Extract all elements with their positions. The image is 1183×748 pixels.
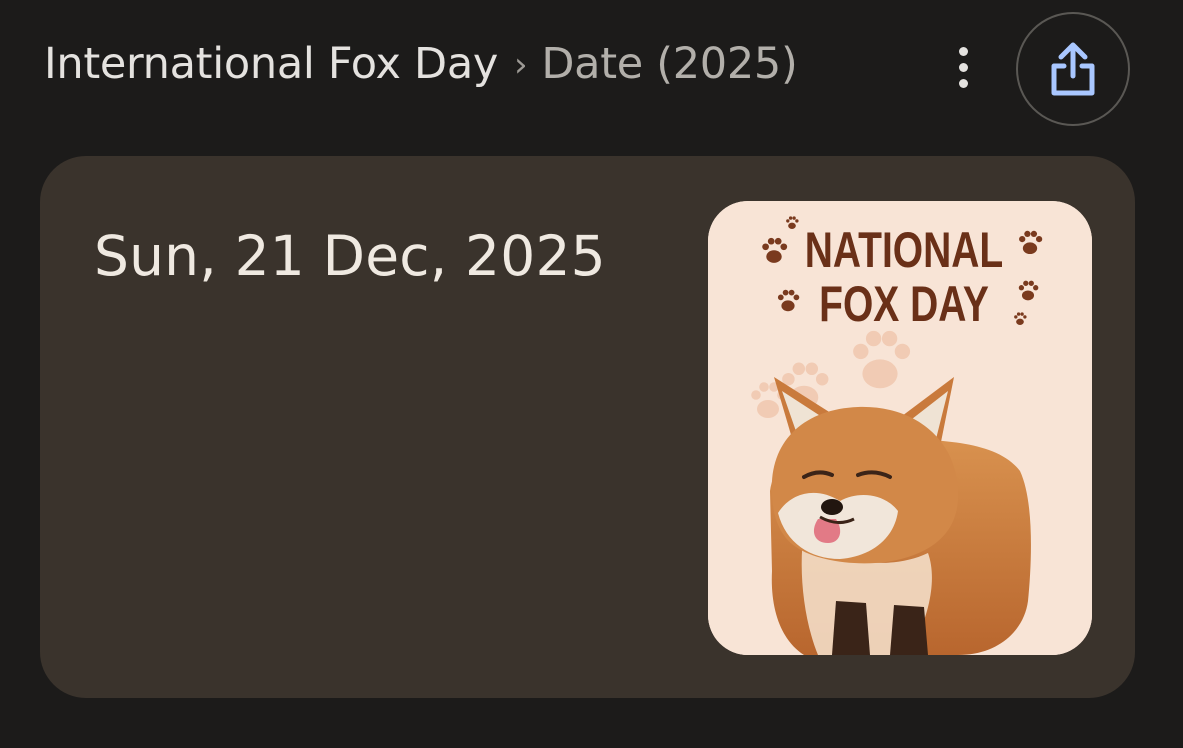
breadcrumb-title[interactable]: International Fox Day [44, 39, 498, 89]
poster-title-line2: FOX DAY [819, 275, 989, 332]
more-vertical-icon [958, 46, 968, 56]
share-button[interactable] [1016, 12, 1130, 126]
fox-day-poster-image[interactable]: NATIONAL FOX DAY [708, 201, 1092, 655]
breadcrumb-separator: › [514, 45, 528, 85]
date-card[interactable]: Sun, 21 Dec, 2025 NATIONAL FOX DAY [40, 156, 1135, 698]
breadcrumb: International Fox Day › Date (2025) [44, 36, 798, 92]
poster-title-line1: NATIONAL [805, 221, 1004, 278]
more-options-button[interactable] [940, 40, 986, 94]
top-bar: International Fox Day › Date (2025) [0, 0, 1183, 130]
more-vertical-icon-dot [958, 78, 968, 88]
breadcrumb-subtitle: Date (2025) [541, 39, 798, 89]
share-icon [1051, 42, 1095, 96]
fox-illustration: NATIONAL FOX DAY [708, 201, 1092, 655]
event-date: Sun, 21 Dec, 2025 [94, 224, 606, 288]
more-vertical-icon-dot [958, 62, 968, 72]
